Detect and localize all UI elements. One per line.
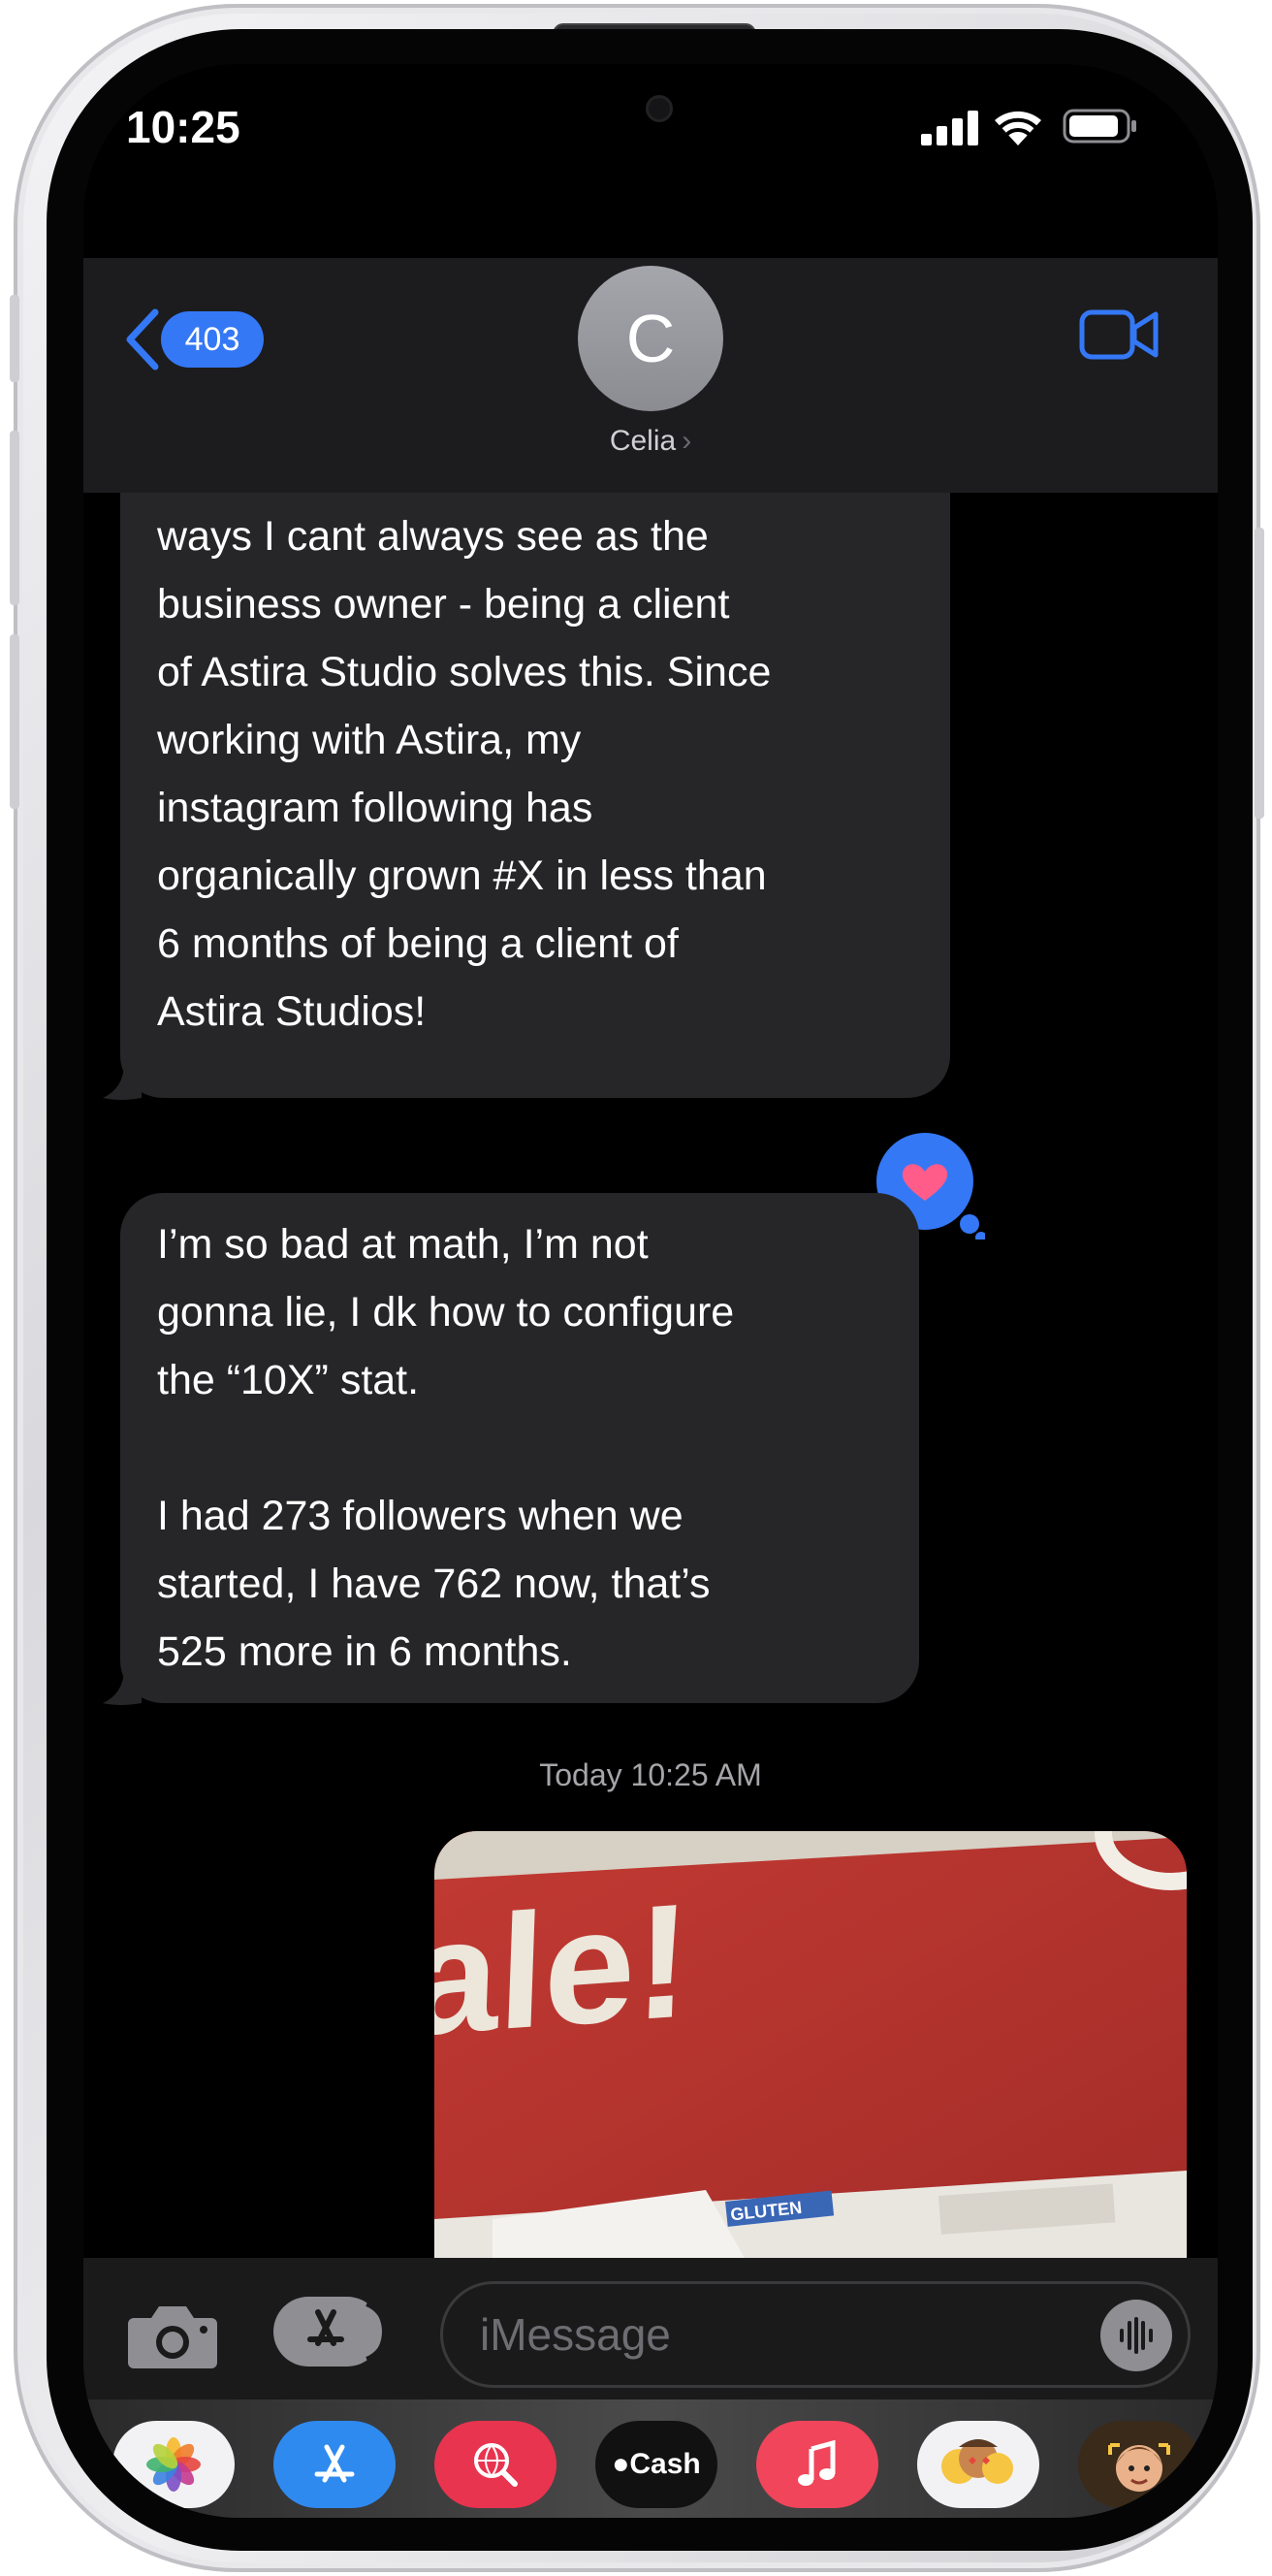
bubble-tail (103, 1063, 142, 1100)
battery-icon (1063, 109, 1136, 144)
volume-down-button (10, 634, 19, 809)
chevron-left-icon (126, 308, 159, 370)
message-text: I’m so bad at math, I’m not gonna lie, I… (157, 1221, 735, 1675)
conversation-header: 403 C Celia › (83, 258, 1218, 493)
app-store-icon (307, 2302, 388, 2361)
waveform-icon (1120, 2317, 1153, 2354)
sale-sign-photo: ale! GLUTEN (434, 1831, 1187, 2258)
notch (452, 64, 849, 161)
image-search-icon[interactable] (434, 2421, 556, 2508)
mute-switch (10, 295, 19, 382)
power-button (1255, 528, 1264, 819)
imessage-input[interactable]: iMessage (440, 2281, 1191, 2388)
app-drawer: ●Cash (83, 2399, 1218, 2518)
camera-icon[interactable] (126, 2299, 219, 2370)
facetime-video-icon[interactable] (1078, 305, 1160, 365)
apple-cash-icon[interactable]: ●Cash (595, 2421, 717, 2508)
phone-frame: My jewelry brand is young and needs to b… (10, 4, 1264, 2572)
contact-name-button[interactable]: Celia › (83, 425, 1218, 458)
app-store-button[interactable] (273, 2297, 388, 2367)
app-store-icon[interactable] (273, 2421, 396, 2508)
message-timestamp: Today 10:25 AM (539, 1757, 762, 1792)
back-button[interactable]: 403 (122, 308, 264, 370)
app-store-glyph (314, 2444, 355, 2483)
memoji-face-icon (1108, 2443, 1170, 2492)
globe-search-icon (474, 2443, 518, 2487)
compose-bar: iMessage (83, 2258, 1218, 2399)
wifi-icon (995, 111, 1041, 145)
emoji-faces-icon (941, 2439, 1013, 2484)
music-note-icon (798, 2439, 836, 2486)
audio-message-button[interactable] (1100, 2300, 1172, 2371)
message-bubble-incoming[interactable]: I’m so bad at math, I’m not gonna lie, I… (120, 1193, 919, 1703)
volume-up-button (10, 431, 19, 605)
memoji-icon[interactable] (1078, 2421, 1200, 2508)
apple-cash-label: ●Cash (612, 2448, 701, 2480)
sign-text: ale! (434, 1868, 693, 2070)
unread-count-badge: 403 (161, 311, 264, 368)
bubble-tail (103, 1668, 142, 1705)
cellular-signal-icon (921, 111, 983, 145)
message-bubble-incoming[interactable]: My jewelry brand is young and needs to b… (120, 386, 950, 1098)
front-camera (646, 95, 673, 122)
status-time: 10:25 (126, 102, 240, 152)
photos-flower-icon (146, 2437, 201, 2492)
music-icon[interactable] (756, 2421, 878, 2508)
chevron-right-icon: › (682, 425, 692, 457)
contact-name: Celia (609, 425, 677, 457)
screen: My jewelry brand is young and needs to b… (83, 64, 1218, 2518)
contact-avatar[interactable]: C (578, 266, 723, 411)
photo-attachment[interactable]: ale! GLUTEN (434, 1831, 1187, 2258)
memoji-stickers-icon[interactable] (917, 2421, 1039, 2508)
photos-app-icon[interactable] (112, 2421, 235, 2508)
input-placeholder: iMessage (480, 2309, 671, 2360)
